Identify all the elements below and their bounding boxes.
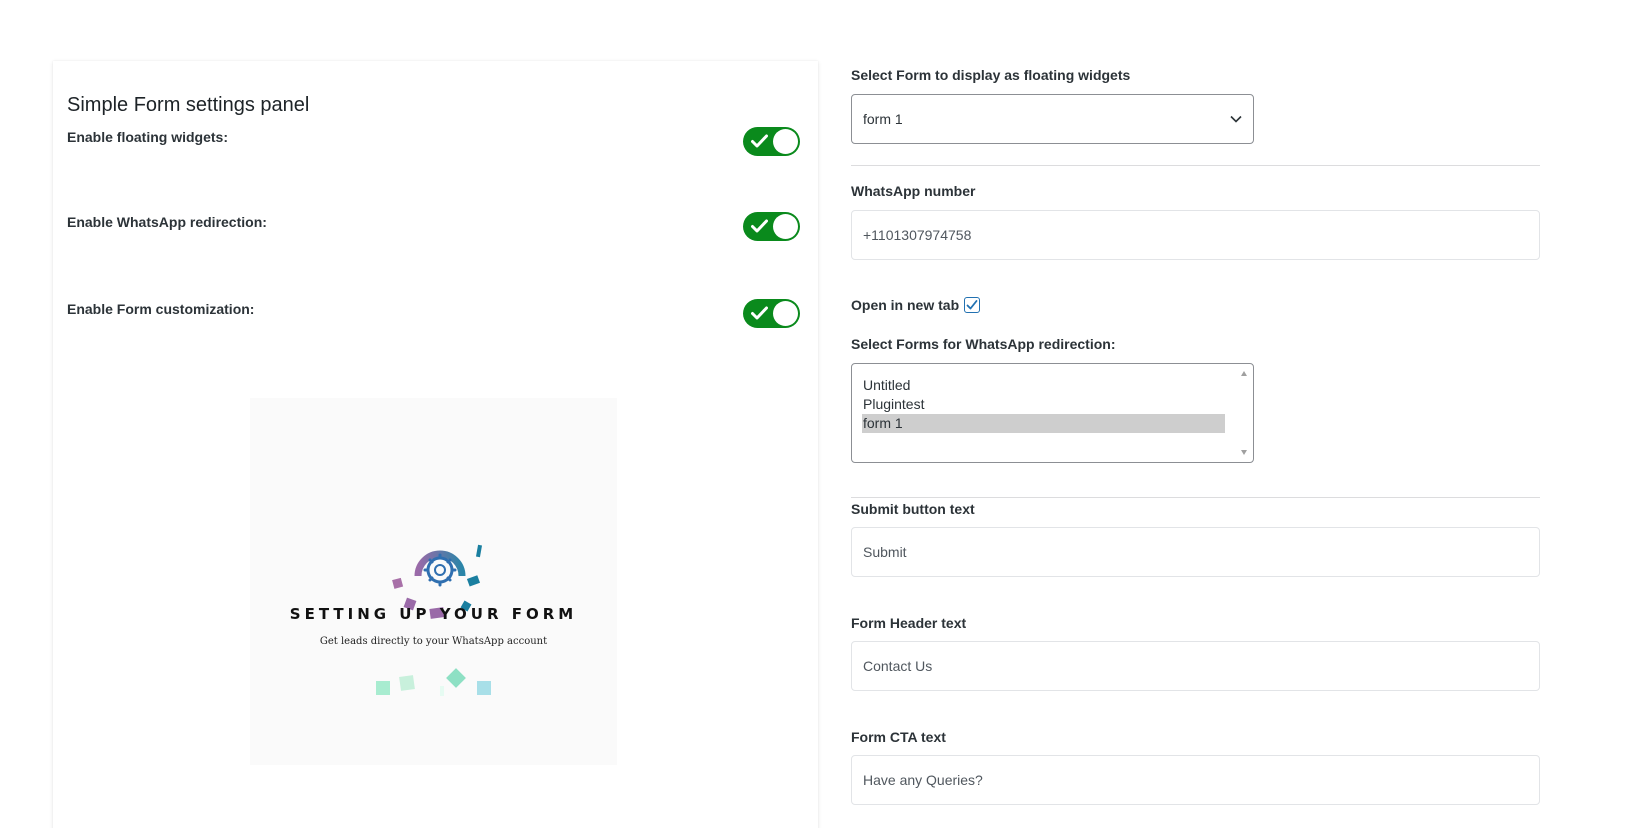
new-tab-checkbox[interactable] bbox=[964, 297, 980, 313]
list-option-untitled[interactable]: Untitled bbox=[862, 376, 1225, 395]
hero-subtitle: Get leads directly to your WhatsApp acco… bbox=[319, 636, 548, 647]
cta-text-label: Form CTA text bbox=[851, 729, 946, 745]
hero-illustration: SETTING UP YOUR FORM Get leads directly … bbox=[250, 398, 617, 765]
check-icon bbox=[751, 306, 768, 320]
scroll-down-arrow[interactable] bbox=[1241, 450, 1247, 455]
floating-widgets-label: Enable floating widgets: bbox=[67, 129, 229, 145]
checkmark-icon bbox=[966, 300, 978, 310]
whatsapp-input[interactable] bbox=[851, 210, 1540, 260]
redirect-forms-label: Select Forms for WhatsApp redirection: bbox=[851, 336, 1116, 352]
toggle-knob bbox=[773, 129, 798, 154]
floating-form-select[interactable]: form 1 bbox=[851, 94, 1254, 144]
header-text-input[interactable] bbox=[851, 641, 1540, 691]
toggle-knob bbox=[773, 301, 798, 326]
submit-text-label: Submit button text bbox=[851, 501, 975, 517]
form-customization-toggle[interactable] bbox=[743, 299, 800, 328]
panel-title: Simple Form settings panel bbox=[67, 94, 310, 116]
check-icon bbox=[751, 219, 768, 233]
divider bbox=[851, 165, 1540, 166]
hero-title: SETTING UP YOUR FORM bbox=[289, 605, 578, 623]
toggle-knob bbox=[773, 214, 798, 239]
list-option-form-1[interactable]: form 1 bbox=[862, 414, 1225, 433]
list-option-plugintest[interactable]: Plugintest bbox=[862, 395, 1225, 414]
settings-panel: Simple Form settings panel Enable floati… bbox=[53, 61, 818, 828]
chevron-down-icon bbox=[1230, 115, 1242, 123]
check-icon bbox=[751, 134, 768, 148]
divider bbox=[851, 497, 1540, 498]
whatsapp-redirection-label: Enable WhatsApp redirection: bbox=[67, 214, 267, 230]
gear-icon bbox=[376, 544, 491, 696]
cta-text-input[interactable] bbox=[851, 755, 1540, 805]
new-tab-label: Open in new tab bbox=[851, 297, 960, 313]
floating-widgets-toggle[interactable] bbox=[743, 127, 800, 156]
floating-form-label: Select Form to display as floating widge… bbox=[851, 67, 1131, 83]
redirect-forms-listbox[interactable]: Untitled Plugintest form 1 bbox=[851, 363, 1254, 463]
scroll-up-arrow[interactable] bbox=[1241, 371, 1247, 376]
form-customization-label: Enable Form customization: bbox=[67, 301, 255, 317]
whatsapp-label: WhatsApp number bbox=[851, 183, 976, 199]
floating-form-value: form 1 bbox=[863, 111, 903, 127]
submit-text-input[interactable] bbox=[851, 527, 1540, 577]
header-text-label: Form Header text bbox=[851, 615, 967, 631]
whatsapp-redirection-toggle[interactable] bbox=[743, 212, 800, 241]
